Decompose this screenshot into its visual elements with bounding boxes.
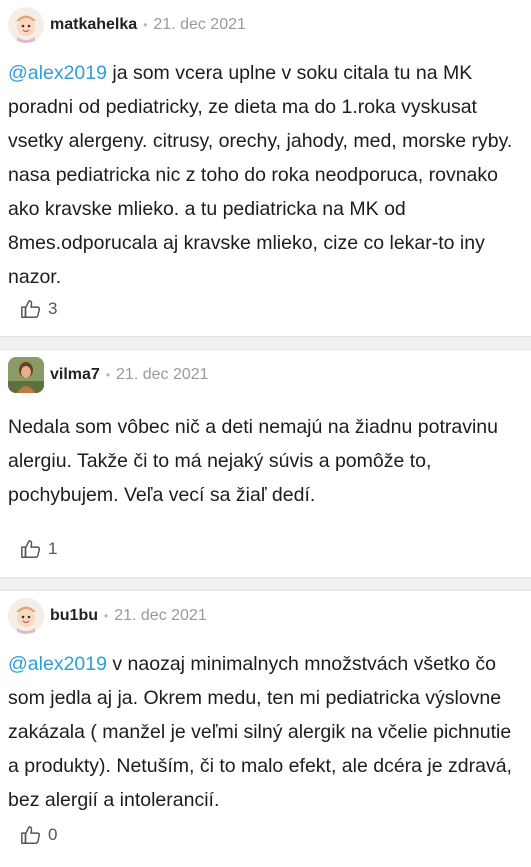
thumbs-up-icon [21, 300, 41, 318]
like-count: 1 [48, 539, 58, 558]
comment-card: vilma7 • 21. dec 2021 Nedala som vôbec n… [0, 350, 531, 577]
avatar[interactable] [8, 357, 44, 393]
cartoon-face-icon [8, 598, 44, 634]
divider [0, 577, 531, 591]
comment-header: matkahelka • 21. dec 2021 [8, 7, 246, 43]
divider [0, 336, 531, 350]
comment-header: bu1bu • 21. dec 2021 [8, 598, 207, 634]
separator-dot: • [143, 18, 148, 32]
comment-body: Nedala som vôbec nič a deti nemajú na ži… [8, 416, 498, 506]
comment-body: v naozaj minimalnych množstvách všetko č… [8, 653, 512, 811]
avatar[interactable] [8, 598, 44, 634]
like-button[interactable]: 1 [20, 538, 57, 560]
comment-date: 21. dec 2021 [116, 366, 209, 383]
separator-dot: • [105, 368, 111, 382]
mention-link[interactable]: @alex2019 [8, 653, 107, 675]
comment-header: vilma7 • 21. dec 2021 [8, 357, 209, 393]
comment-body: ja som vcera uplne v soku citala tu na M… [8, 62, 513, 288]
like-count: 0 [48, 825, 58, 844]
like-button[interactable]: 3 [20, 298, 57, 320]
avatar[interactable] [8, 7, 44, 43]
cartoon-face-icon [8, 7, 44, 43]
thumbs-up-icon [21, 826, 41, 844]
user-photo-icon [8, 357, 44, 393]
thumbs-up-icon [21, 540, 41, 558]
username[interactable]: matkahelka [50, 16, 137, 34]
mention-link[interactable]: @alex2019 [8, 62, 107, 84]
comment-date: 21. dec 2021 [114, 607, 207, 624]
comment-date: 21. dec 2021 [153, 16, 246, 33]
like-count: 3 [48, 299, 58, 318]
separator-dot: • [104, 609, 109, 623]
comment-text: Nedala som vôbec nič a deti nemajú na ži… [8, 410, 519, 512]
username[interactable]: bu1bu [50, 607, 98, 625]
comment-text: @alex2019 ja som vcera uplne v soku cita… [8, 56, 519, 294]
comment-card: bu1bu • 21. dec 2021 @alex2019 v naozaj … [0, 591, 531, 867]
comment-text: @alex2019 v naozaj minimalnych množstvác… [8, 647, 519, 817]
username[interactable]: vilma7 [50, 366, 100, 384]
like-button[interactable]: 0 [20, 824, 57, 846]
comment-card: matkahelka • 21. dec 2021 @alex2019 ja s… [0, 0, 531, 336]
